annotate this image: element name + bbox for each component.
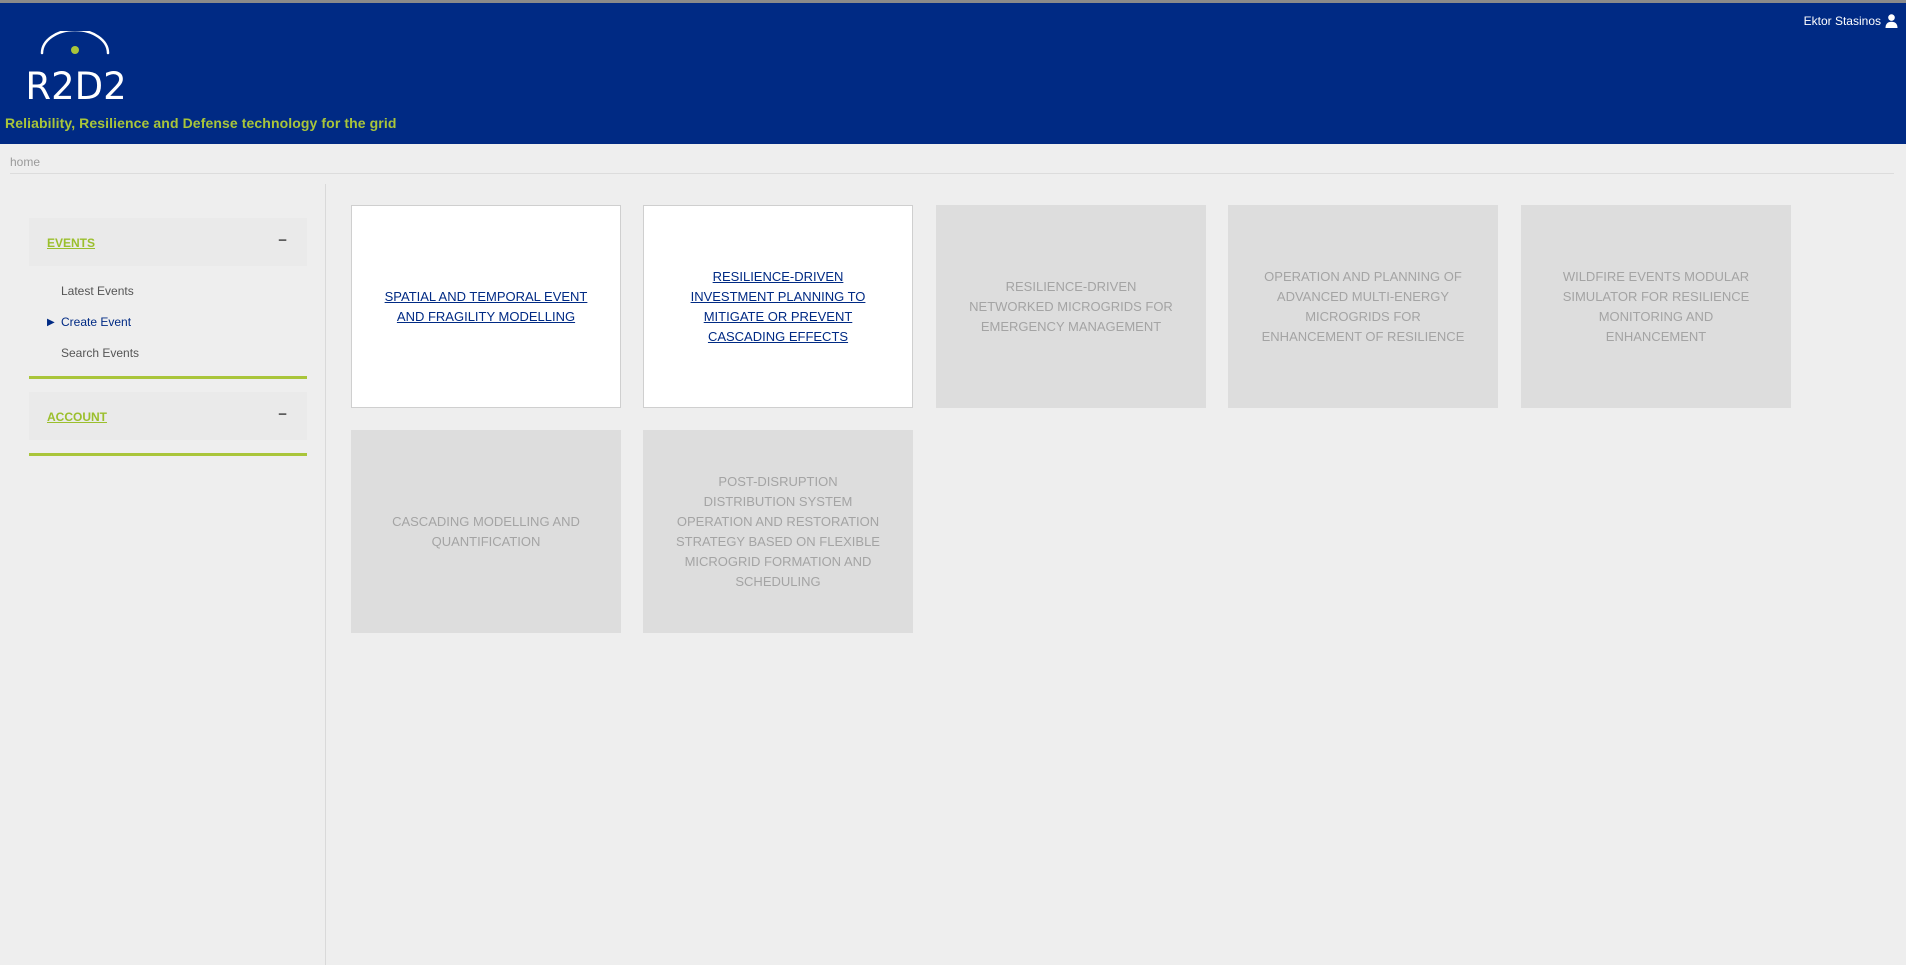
user-name: Ektor Stasinos [1803,14,1881,28]
tile-investment-planning[interactable]: RESILIENCE-DRIVEN INVESTMENT PLANNING TO… [643,205,913,408]
triangle-right-icon: ▶ [47,317,55,328]
tagline: Reliability, Resilience and Defense tech… [5,115,397,131]
section-divider [29,376,307,379]
account-section-title[interactable]: ACCOUNT [47,410,107,424]
sidebar-item-create-event[interactable]: ▶ Create Event [29,307,307,338]
tile-spatial-temporal-modelling[interactable]: SPATIAL AND TEMPORAL EVENT AND FRAGILITY… [351,205,621,408]
section-divider [29,453,307,456]
tile-label: WILDFIRE EVENTS MODULAR SIMULATOR FOR RE… [1562,268,1750,344]
tile-link[interactable]: SPATIAL AND TEMPORAL EVENT AND FRAGILITY… [380,287,592,327]
breadcrumb-home[interactable]: home [10,155,40,169]
sidebar-item-latest-events[interactable]: Latest Events [29,276,307,307]
tile-label: RESILIENCE-DRIVEN NETWORKED MICROGRIDS F… [969,278,1173,334]
user-menu[interactable]: Ektor Stasinos [1804,14,1898,28]
tile-wildfire-simulator: WILDFIRE EVENTS MODULAR SIMULATOR FOR RE… [1521,205,1791,408]
events-menu: Latest Events ▶ Create Event Search Even… [29,266,307,369]
breadcrumb: home [10,144,1894,174]
tile-label: CASCADING MODELLING AND QUANTIFICATION [392,513,580,549]
sidebar-item-search-events[interactable]: Search Events [29,338,307,369]
account-section-header[interactable]: ACCOUNT − [29,392,307,440]
tile-label: POST-DISRUPTION DISTRIBUTION SYSTEM OPER… [676,473,880,589]
tile-post-disruption-restoration: POST-DISRUPTION DISTRIBUTION SYSTEM OPER… [643,430,913,633]
tile-multi-energy-microgrids: OPERATION AND PLANNING OF ADVANCED MULTI… [1228,205,1498,408]
events-section-title[interactable]: EVENTS [47,236,95,250]
user-icon [1885,14,1898,28]
logo-text: R2D2 [26,65,126,103]
sidebar: EVENTS − Latest Events ▶ Create Event Se… [0,184,326,965]
tile-link[interactable]: RESILIENCE-DRIVEN INVESTMENT PLANNING TO… [672,267,884,347]
tile-cascading-modelling: CASCADING MODELLING AND QUANTIFICATION [351,430,621,633]
tile-networked-microgrids: RESILIENCE-DRIVEN NETWORKED MICROGRIDS F… [936,205,1206,408]
sidebar-item-label: Search Events [61,346,140,360]
sidebar-section-events: EVENTS − Latest Events ▶ Create Event Se… [29,218,307,379]
events-section-header[interactable]: EVENTS − [29,218,307,266]
sidebar-section-account: ACCOUNT − [29,392,307,456]
app-header: R2D2 Reliability, Resilience and Defense… [0,3,1906,144]
sidebar-item-label: Latest Events [61,284,134,298]
collapse-icon[interactable]: − [278,406,287,423]
collapse-icon[interactable]: − [278,232,287,249]
r2d2-logo[interactable]: R2D2 [26,31,126,103]
tile-label: OPERATION AND PLANNING OF ADVANCED MULTI… [1261,268,1465,344]
sidebar-item-label: Create Event [61,315,132,329]
